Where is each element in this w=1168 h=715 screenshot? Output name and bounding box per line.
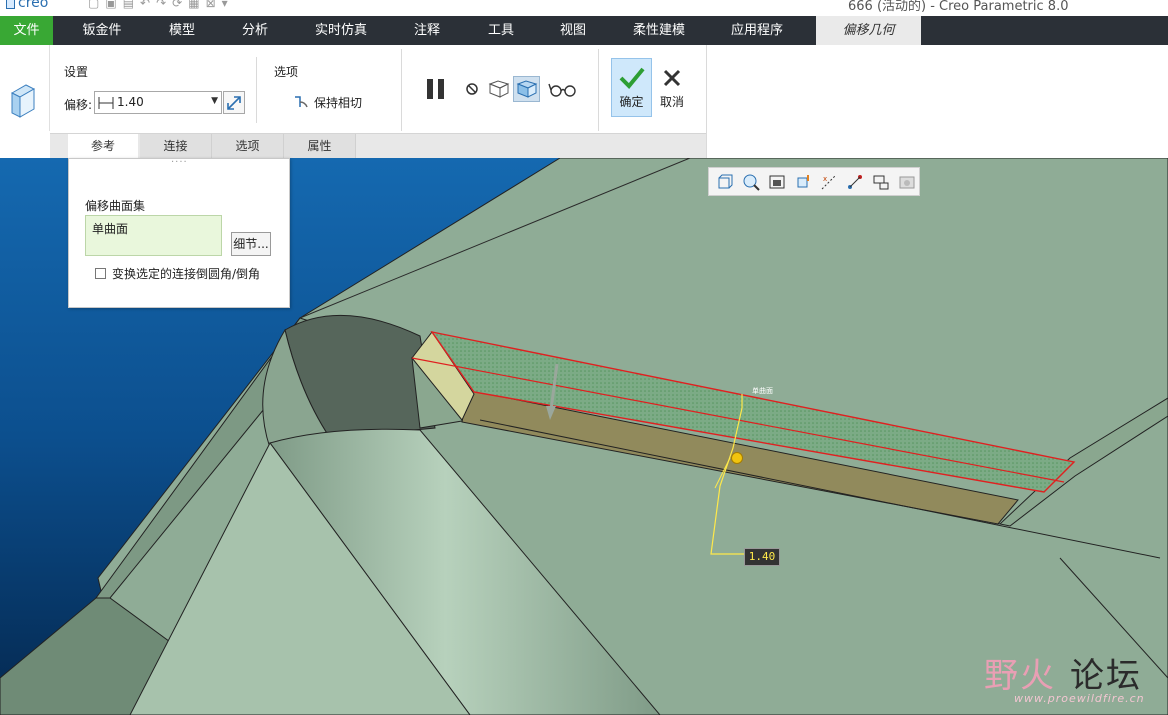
offset-value: 1.40 <box>117 95 144 109</box>
keep-tangent-button[interactable]: 保持相切 <box>292 93 362 111</box>
windows-icon[interactable]: ▦ <box>188 0 199 10</box>
undo-icon[interactable]: ↶ <box>140 0 150 10</box>
linear-dimension-icon <box>98 97 114 109</box>
pause-icon <box>427 79 444 99</box>
tab-applications[interactable]: 应用程序 <box>714 16 800 45</box>
flip-direction-button[interactable] <box>223 91 245 114</box>
cancel-button[interactable]: 取消 <box>653 58 691 117</box>
divider <box>706 45 707 158</box>
no-preview-icon <box>466 83 478 95</box>
divider <box>401 49 402 131</box>
offset-value-combo[interactable]: 1.40 ▼ <box>94 91 222 114</box>
datum-display-icon[interactable]: x <box>818 171 840 193</box>
forum-watermark: 野火 论坛 www.proewildfire.cn <box>984 630 1168 715</box>
verify-mode-button[interactable] <box>547 79 579 99</box>
chevron-down-icon[interactable]: ▼ <box>211 96 218 106</box>
tab-attachment[interactable]: 连接 <box>140 134 212 158</box>
watermark-text-2: 论坛 <box>1070 656 1142 696</box>
tab-live-simulation[interactable]: 实时仿真 <box>298 16 384 45</box>
keep-tangent-icon <box>295 96 308 108</box>
app-logo: creo <box>6 0 48 11</box>
transform-rounds-checkbox[interactable] <box>95 268 106 279</box>
tab-file[interactable]: 文件 <box>0 16 53 45</box>
tab-offset-geometry[interactable]: 偏移几何 <box>816 16 921 45</box>
pause-button[interactable] <box>422 75 450 103</box>
transform-rounds-label: 变换选定的连接倒圆角/倒角 <box>112 267 261 281</box>
checkmark-icon <box>619 67 645 89</box>
offset-solid-icon[interactable] <box>4 79 44 129</box>
details-button[interactable]: 细节... <box>231 232 271 256</box>
open-icon[interactable]: ▣ <box>105 0 116 10</box>
quick-access-toolbar: ▢ ▣ ▤ ↶ ↷ ⟳ ▦ ⊠ ▾ <box>88 0 228 10</box>
offset-label: 偏移: <box>64 98 93 112</box>
confirm-button[interactable]: 确定 <box>611 58 652 117</box>
glasses-icon <box>548 83 576 97</box>
feature-type-group <box>0 45 50 131</box>
zoom-in-icon[interactable] <box>740 171 762 193</box>
offset-dimension-label[interactable]: 1.40 <box>744 548 780 566</box>
tab-sheetmetal[interactable]: 钣金件 <box>66 16 138 45</box>
spin-center-icon[interactable] <box>870 171 892 193</box>
divider <box>256 57 257 123</box>
reorient-icon[interactable] <box>792 171 814 193</box>
surface-set-collector[interactable]: 单曲面 <box>85 215 222 256</box>
feature-preview-button[interactable] <box>513 76 540 102</box>
cancel-label: 取消 <box>659 95 684 109</box>
close-window-icon[interactable]: ⊠ <box>206 0 216 10</box>
transform-rounds-option[interactable]: 变换选定的连接倒圆角/倒角 <box>95 265 260 282</box>
tab-analysis[interactable]: 分析 <box>220 16 290 45</box>
tab-view[interactable]: 视图 <box>538 16 608 45</box>
divider <box>598 49 599 131</box>
panel-grip[interactable]: ···· <box>171 157 188 168</box>
tab-properties[interactable]: 属性 <box>284 134 356 158</box>
display-style-icon[interactable] <box>896 171 918 193</box>
qat-dropdown-icon[interactable]: ▾ <box>222 0 228 10</box>
menu-bar: 文件 钣金件 模型 分析 实时仿真 注释 工具 视图 柔性建模 应用程序 偏移几… <box>0 16 1168 45</box>
window-title: 666 (活动的) - Creo Parametric 8.0 <box>848 0 1069 14</box>
references-panel: ···· 偏移曲面集 单曲面 细节... 变换选定的连接倒圆角/倒角 <box>68 157 290 308</box>
svg-text:x: x <box>823 175 827 183</box>
regenerate-icon[interactable]: ⟳ <box>172 0 182 10</box>
options-group-label: 选项 <box>274 65 299 79</box>
feature-preview-icon <box>516 80 537 98</box>
ribbon-tabstrip: 参考 连接 选项 属性 <box>50 133 706 159</box>
settings-group-label: 设置 <box>64 65 89 79</box>
saved-views-icon[interactable] <box>766 171 788 193</box>
tab-model[interactable]: 模型 <box>146 16 218 45</box>
collector-item[interactable]: 单曲面 <box>92 220 128 237</box>
tab-references[interactable]: 参考 <box>68 134 138 159</box>
view-toolbar: x <box>708 167 920 196</box>
tab-flexible-modeling[interactable]: 柔性建模 <box>616 16 702 45</box>
title-bar: creo ▢ ▣ ▤ ↶ ↷ ⟳ ▦ ⊠ ▾ 666 (活动的) - Creo … <box>0 0 1168 16</box>
close-icon <box>663 69 681 87</box>
keep-tangent-label: 保持相切 <box>314 95 363 110</box>
tab-annotate[interactable]: 注释 <box>392 16 462 45</box>
redo-icon[interactable]: ↷ <box>156 0 166 10</box>
document-icon <box>6 0 15 9</box>
attach-preview-button[interactable] <box>486 77 512 101</box>
tab-tools[interactable]: 工具 <box>466 16 536 45</box>
refit-icon[interactable] <box>714 171 736 193</box>
save-icon[interactable]: ▤ <box>123 0 134 10</box>
new-icon[interactable]: ▢ <box>88 0 99 10</box>
watermark-text-1: 野火 <box>984 656 1056 696</box>
surface-tag: 单曲面 <box>752 387 773 395</box>
tab-options[interactable]: 选项 <box>212 134 284 158</box>
no-preview-button[interactable] <box>462 79 482 99</box>
attach-preview-icon <box>488 80 510 98</box>
annotation-display-icon[interactable] <box>844 171 866 193</box>
ribbon: 设置 偏移: 1.40 ▼ 选项 保持相切 确定 取消 参考 连接 选项 属性 <box>0 45 1168 159</box>
offset-surface-set-label: 偏移曲面集 <box>85 199 146 213</box>
watermark-url: www.proewildfire.cn <box>1014 692 1145 705</box>
flip-direction-icon <box>227 95 241 110</box>
confirm-label: 确定 <box>619 95 644 109</box>
